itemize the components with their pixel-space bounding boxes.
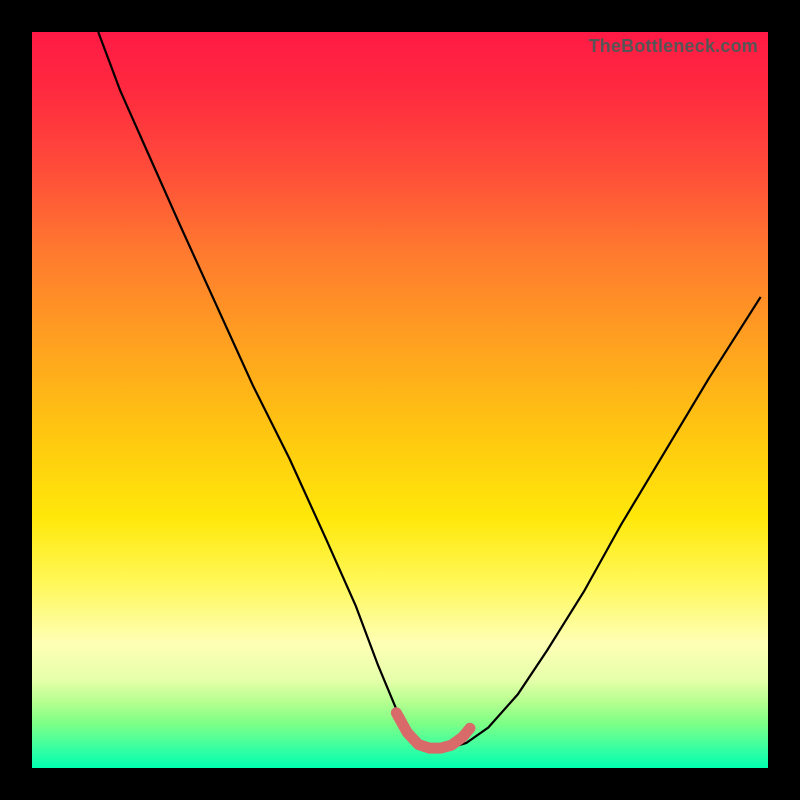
bottom-marker: [396, 713, 470, 748]
chart-frame: TheBottleneck.com: [0, 0, 800, 800]
curve-svg: [32, 32, 768, 768]
plot-area: TheBottleneck.com: [32, 32, 768, 768]
main-curve: [98, 32, 760, 747]
